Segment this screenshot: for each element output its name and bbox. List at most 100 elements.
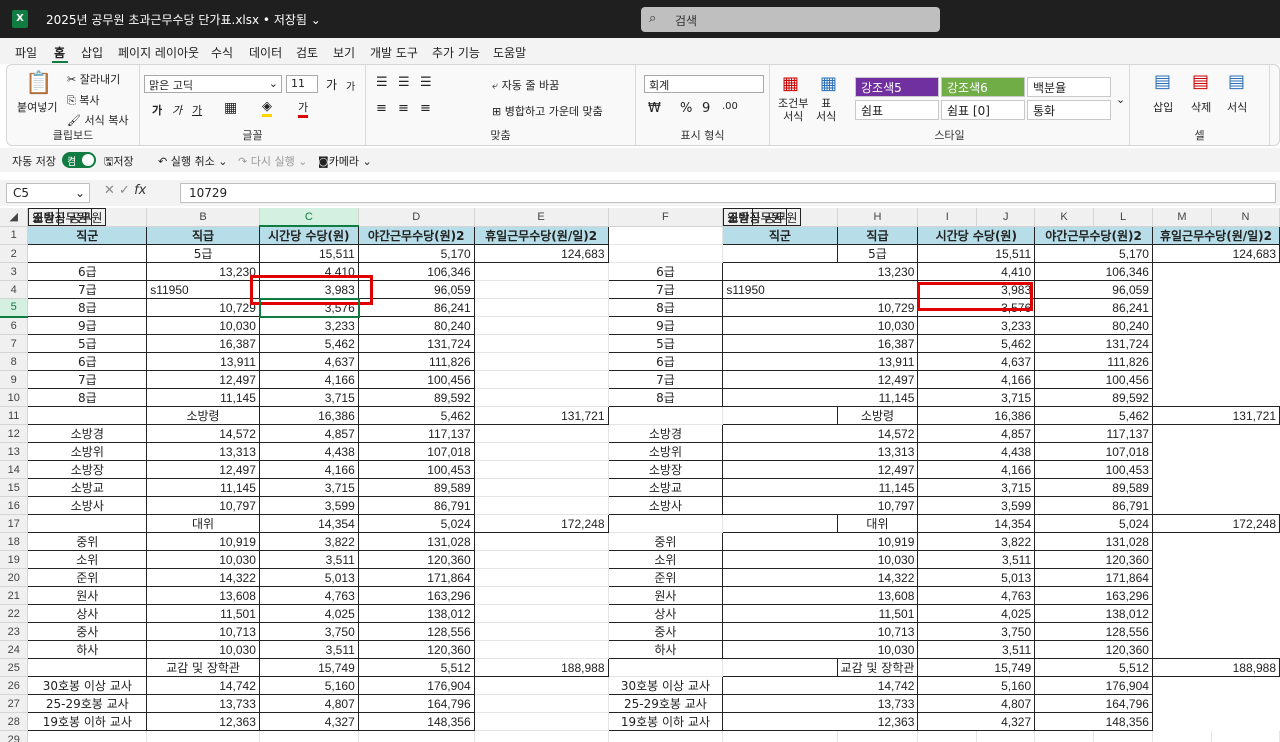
- tab-home[interactable]: 홈: [54, 44, 65, 61]
- value-cell[interactable]: 11,145: [722, 478, 919, 497]
- value-cell[interactable]: 4,327: [258, 712, 359, 731]
- value-cell[interactable]: 4,025: [917, 604, 1036, 623]
- value-cell[interactable]: 5,462: [917, 334, 1036, 353]
- row-header[interactable]: 14: [0, 460, 29, 479]
- value-cell[interactable]: 11,145: [146, 478, 260, 497]
- value-cell[interactable]: 4,807: [917, 694, 1036, 713]
- tab-insert[interactable]: 삽입: [81, 44, 103, 61]
- empty-cell[interactable]: [474, 550, 609, 569]
- italic-button[interactable]: 가: [172, 102, 182, 118]
- value-cell[interactable]: 4,857: [917, 424, 1036, 443]
- col-header[interactable]: N: [1211, 208, 1280, 227]
- value-cell[interactable]: 138,012: [1034, 604, 1153, 623]
- grade-cell[interactable]: 5급: [27, 334, 148, 353]
- autosave-toggle[interactable]: 켬: [62, 152, 96, 168]
- grade-cell[interactable]: 6급: [27, 352, 148, 371]
- value-cell[interactable]: 16,386: [258, 406, 359, 425]
- tab-developer[interactable]: 개발 도구: [370, 44, 418, 61]
- grade-cell[interactable]: 8급: [27, 298, 148, 317]
- grade-cell[interactable]: 7급: [27, 280, 148, 299]
- tab-file[interactable]: 파일: [15, 44, 37, 61]
- table-header-cell[interactable]: 휴일근무수당(원/일)2: [473, 225, 609, 245]
- value-cell[interactable]: 124,683: [1151, 244, 1280, 263]
- value-cell[interactable]: 96,059: [1034, 280, 1153, 299]
- value-cell[interactable]: 3,822: [917, 532, 1036, 551]
- value-cell[interactable]: 4,410: [917, 262, 1036, 281]
- value-cell[interactable]: 4,637: [258, 352, 359, 371]
- value-cell[interactable]: 5,013: [258, 568, 359, 587]
- empty-cell[interactable]: [474, 370, 609, 389]
- value-cell[interactable]: 86,791: [1034, 496, 1153, 515]
- value-cell[interactable]: 3,822: [258, 532, 359, 551]
- tab-data[interactable]: 데이터: [249, 44, 282, 61]
- value-cell[interactable]: 3,599: [917, 496, 1036, 515]
- value-cell[interactable]: 10,729: [722, 298, 919, 317]
- value-cell[interactable]: 13,313: [146, 442, 260, 461]
- row-header[interactable]: 12: [0, 424, 29, 443]
- row-header[interactable]: 6: [0, 316, 29, 335]
- value-cell[interactable]: 13,733: [722, 694, 919, 713]
- select-all-corner[interactable]: ◢: [0, 208, 29, 227]
- style-accent5[interactable]: 강조색5: [855, 77, 939, 97]
- value-cell[interactable]: 13,230: [722, 262, 919, 281]
- empty-cell[interactable]: [474, 262, 609, 281]
- col-header[interactable]: E: [474, 208, 609, 227]
- merge-center-button[interactable]: ⊞ 병합하고 가운데 맞춤: [492, 103, 603, 119]
- value-cell[interactable]: 107,018: [357, 442, 475, 461]
- value-cell[interactable]: 5,462: [258, 334, 359, 353]
- row-header[interactable]: 28: [0, 712, 29, 731]
- row-header[interactable]: 16: [0, 496, 29, 515]
- value-cell[interactable]: 131,724: [1034, 334, 1153, 353]
- row-header[interactable]: 1: [0, 226, 29, 245]
- value-cell[interactable]: 171,864: [1034, 568, 1153, 587]
- grade-cell[interactable]: 중위: [607, 532, 724, 551]
- value-cell[interactable]: 11,145: [146, 388, 260, 407]
- value-cell[interactable]: 4,763: [917, 586, 1036, 605]
- delete-cells-icon[interactable]: ▤: [1192, 71, 1209, 92]
- value-cell[interactable]: 131,721: [473, 406, 609, 425]
- align-bottom-icon[interactable]: ☰: [420, 75, 432, 90]
- row-header[interactable]: 5: [0, 298, 29, 318]
- grade-cell[interactable]: 중사: [27, 622, 148, 641]
- value-cell[interactable]: 4,807: [258, 694, 359, 713]
- grade-cell[interactable]: 25-29호봉 교사: [607, 694, 724, 713]
- grade-cell[interactable]: 소방위: [607, 442, 724, 461]
- style-comma0[interactable]: 쉼표 [0]: [941, 100, 1025, 120]
- delete-cells-button[interactable]: 삭제: [1191, 99, 1211, 115]
- value-cell[interactable]: 16,386: [917, 406, 1036, 425]
- grade-cell[interactable]: 소위: [607, 550, 724, 569]
- value-cell[interactable]: 10,729: [146, 298, 260, 317]
- value-cell[interactable]: 10,030: [722, 550, 919, 569]
- group-cell[interactable]: 교육공무원: [28, 208, 92, 226]
- grade-cell[interactable]: 소방교: [27, 478, 148, 497]
- style-comma[interactable]: 쉼표: [855, 100, 939, 120]
- value-cell[interactable]: 128,556: [357, 622, 475, 641]
- table-header-cell[interactable]: 야간근무수당(원)2: [357, 225, 475, 245]
- row-header[interactable]: 11: [0, 406, 29, 425]
- table-header-cell[interactable]: 휴일근무수당(원/일)2: [1151, 225, 1280, 245]
- value-cell[interactable]: 10,797: [722, 496, 919, 515]
- value-cell[interactable]: 5,160: [258, 676, 359, 695]
- value-cell[interactable]: 13,313: [722, 442, 919, 461]
- save-button[interactable]: 🖫저장: [104, 153, 134, 172]
- value-cell[interactable]: 10,713: [146, 622, 260, 641]
- value-cell[interactable]: 106,346: [357, 262, 475, 281]
- value-cell[interactable]: 4,438: [258, 442, 359, 461]
- tab-help[interactable]: 도움말: [493, 44, 526, 61]
- value-cell[interactable]: 13,733: [146, 694, 260, 713]
- value-cell[interactable]: 3,750: [917, 622, 1036, 641]
- value-cell[interactable]: 131,724: [357, 334, 475, 353]
- value-cell[interactable]: 117,137: [1034, 424, 1153, 443]
- font-size-select[interactable]: 11: [286, 75, 318, 93]
- format-cells-icon[interactable]: ▤: [1228, 71, 1245, 92]
- value-cell[interactable]: 176,904: [357, 676, 475, 695]
- align-middle-icon[interactable]: ☰: [398, 75, 410, 90]
- value-cell[interactable]: 131,028: [1034, 532, 1153, 551]
- empty-cell[interactable]: [474, 676, 609, 695]
- value-cell[interactable]: 3,233: [258, 316, 359, 335]
- value-cell[interactable]: 4,166: [917, 370, 1036, 389]
- value-cell[interactable]: 138,012: [357, 604, 475, 623]
- row-header[interactable]: 3: [0, 262, 29, 281]
- format-cells-button[interactable]: 서식: [1227, 99, 1247, 115]
- empty-cell[interactable]: [358, 730, 475, 742]
